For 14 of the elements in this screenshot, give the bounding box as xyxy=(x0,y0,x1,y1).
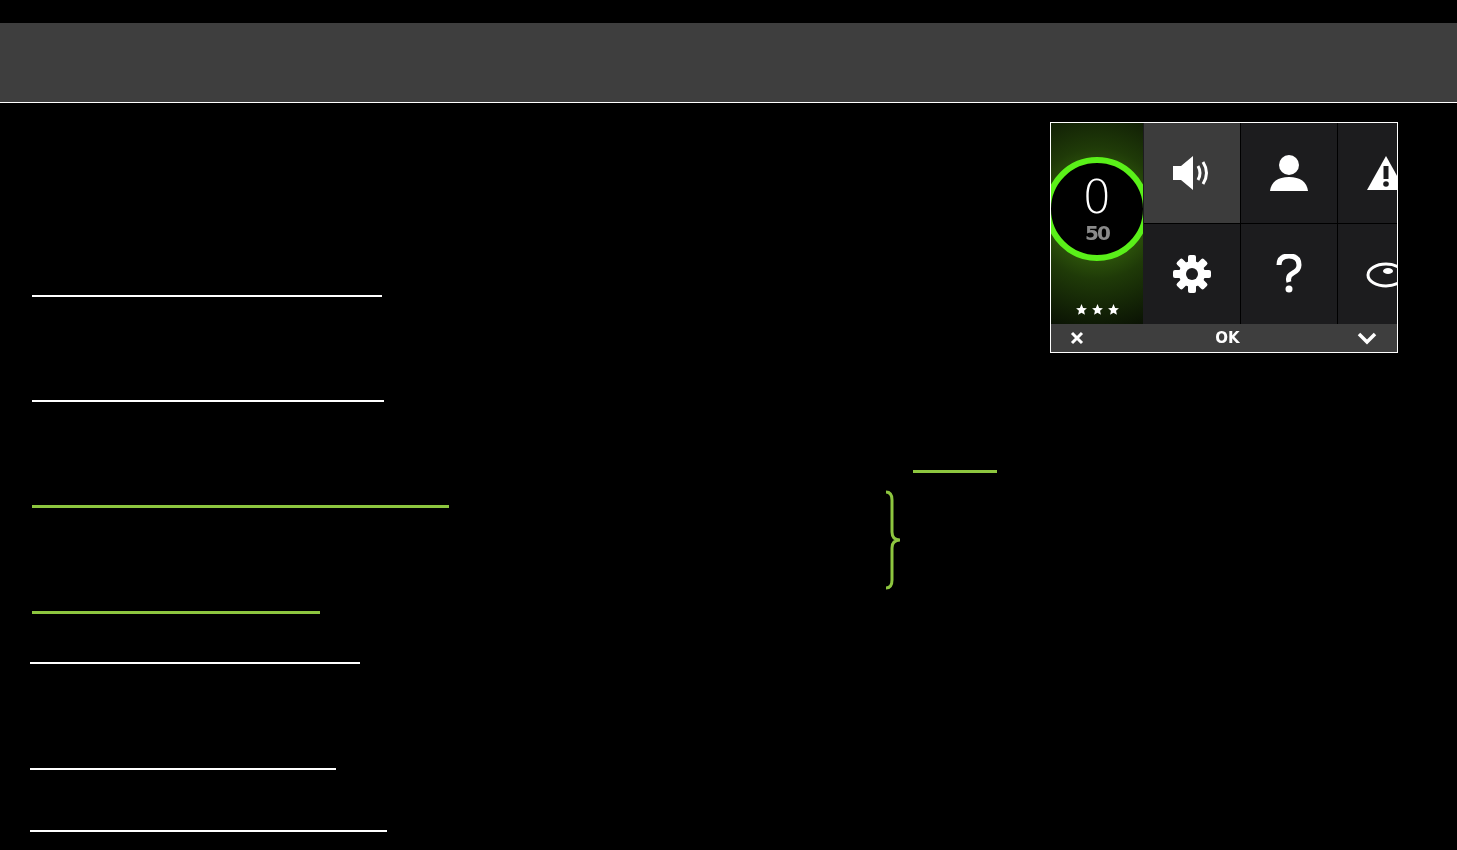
person-icon xyxy=(1269,154,1309,192)
chevron-down-icon[interactable] xyxy=(1357,331,1377,345)
menu-tile[interactable] xyxy=(1241,224,1337,324)
menu-tile[interactable] xyxy=(1144,123,1240,223)
star-icon xyxy=(1106,303,1120,316)
close-icon[interactable] xyxy=(1070,331,1084,345)
score-value: 0 xyxy=(1082,173,1112,221)
question-mark-icon xyxy=(1275,254,1303,294)
star-icon xyxy=(1074,303,1088,316)
menu-tile[interactable] xyxy=(1144,224,1240,324)
ok-button[interactable]: OK xyxy=(1215,329,1240,347)
star-icon xyxy=(1090,303,1104,316)
menu-tile[interactable] xyxy=(1241,123,1337,223)
target-value: 50 xyxy=(1085,221,1109,245)
